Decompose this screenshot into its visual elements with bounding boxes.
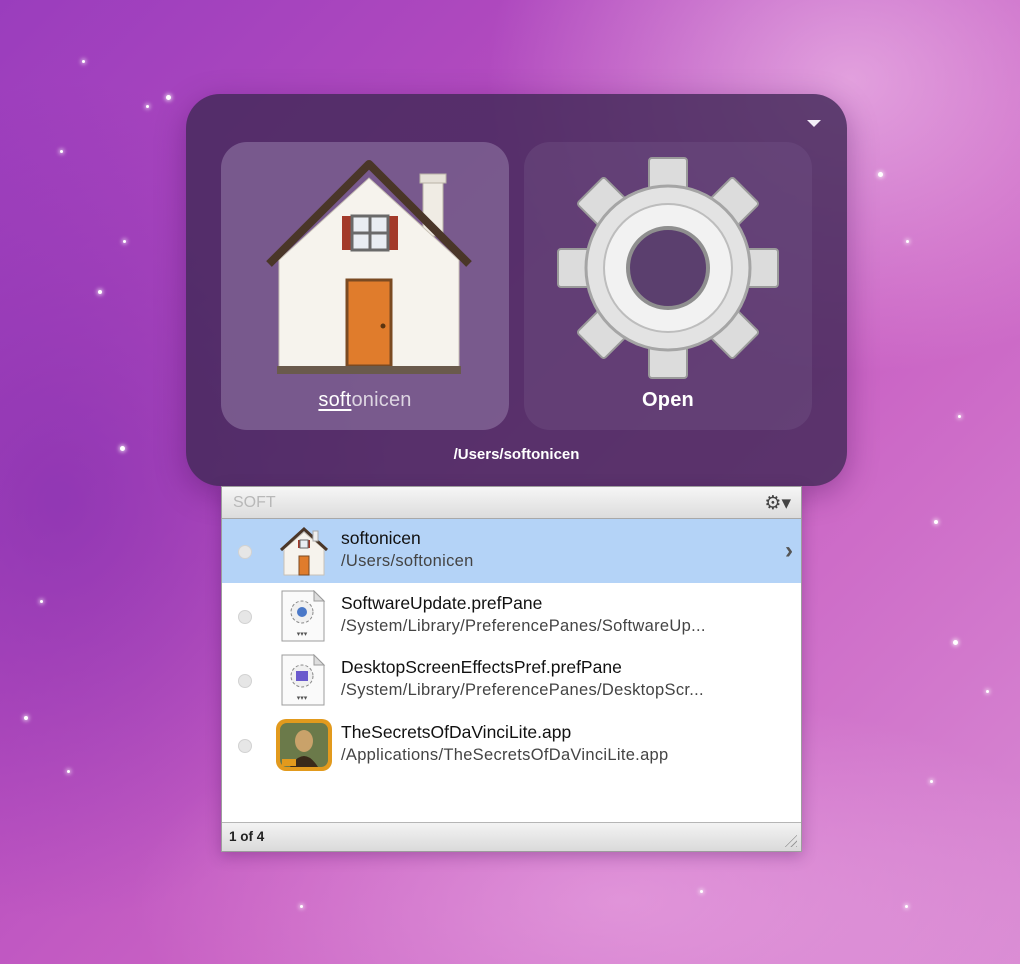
typed-match-text: soft: [318, 389, 352, 411]
gear-icon[interactable]: ⚙▾: [764, 492, 791, 515]
svg-text:▾▾▾: ▾▾▾: [297, 695, 308, 702]
action-label: Open: [642, 389, 694, 411]
selection-dot: [238, 545, 252, 559]
selection-dot: [238, 739, 252, 753]
chevron-right-icon[interactable]: ›: [785, 537, 793, 565]
prefpane-file-icon: ▾▾▾: [281, 654, 326, 706]
resize-grip[interactable]: [783, 833, 797, 847]
search-query-text: SOFT: [233, 494, 276, 511]
item-path: /Applications/TheSecretsOfDaVinciLite.ap…: [341, 746, 669, 764]
list-item[interactable]: TheSecretsOfDaVinciLite.app /Application…: [222, 713, 801, 777]
item-path: /System/Library/PreferencePanes/DesktopS…: [341, 681, 704, 699]
svg-text:▾▾▾: ▾▾▾: [297, 631, 308, 638]
quicksilver-hud: softonicen Open /Users/softonicen: [186, 94, 847, 486]
list-item[interactable]: ▾▾▾ SoftwareUpdate.prefPane /System/Libr…: [222, 584, 801, 648]
results-list-window: SOFT ⚙▾ softonicen /Users/softonicen › ▾…: [221, 486, 802, 852]
gear-action-icon: [557, 157, 779, 379]
results-footer: 1 of 4: [222, 822, 801, 851]
selected-item-path: /Users/softonicen: [453, 446, 580, 463]
list-item[interactable]: ▾▾▾ DesktopScreenEffectsPref.prefPane /S…: [222, 648, 801, 712]
item-name: SoftwareUpdate.prefPane: [341, 593, 543, 613]
action-pane[interactable]: Open: [524, 142, 812, 430]
subject-pane[interactable]: softonicen: [221, 142, 509, 430]
item-path: /System/Library/PreferencePanes/Software…: [341, 617, 706, 635]
item-name: softonicen: [341, 528, 421, 548]
item-name: TheSecretsOfDaVinciLite.app: [341, 722, 572, 742]
home-folder-icon: [266, 160, 472, 374]
home-folder-icon: [279, 526, 329, 576]
item-name: DesktopScreenEffectsPref.prefPane: [341, 657, 622, 677]
results-header: SOFT ⚙▾: [222, 487, 801, 519]
prefpane-file-icon: ▾▾▾: [281, 590, 326, 642]
item-path: /Users/softonicen: [341, 552, 474, 570]
mona-lisa-app-icon: [276, 719, 332, 771]
list-item[interactable]: softonicen /Users/softonicen ›: [222, 519, 801, 583]
remaining-name-text: onicen: [351, 389, 412, 411]
triangle-down-icon[interactable]: [807, 120, 821, 127]
result-count: 1 of 4: [229, 829, 265, 844]
selection-dot: [238, 674, 252, 688]
selection-dot: [238, 610, 252, 624]
